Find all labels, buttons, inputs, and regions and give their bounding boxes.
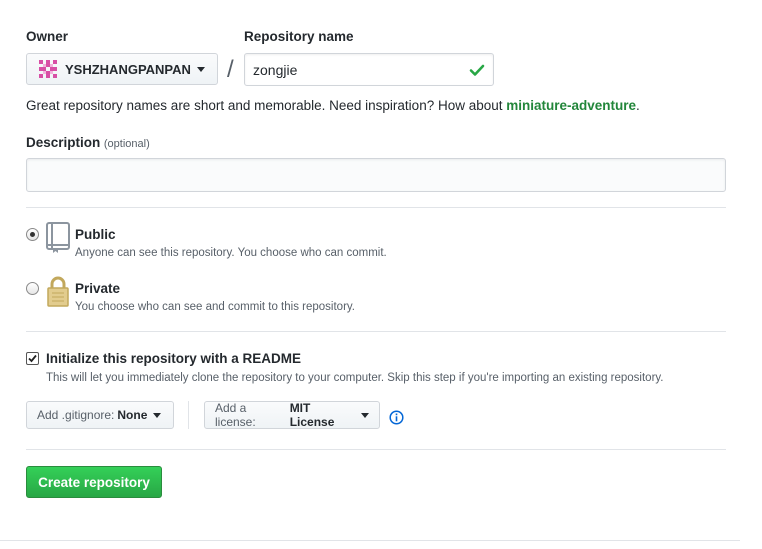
checkmark-icon [28, 354, 37, 363]
chevron-down-icon [361, 412, 369, 418]
public-title: Public [75, 227, 116, 242]
check-icon [469, 64, 485, 76]
gitignore-prefix: Add .gitignore: [37, 408, 115, 422]
gitignore-select[interactable]: Add .gitignore: None [26, 401, 174, 429]
repo-book-icon [46, 222, 70, 253]
hint-text: Great repository names are short and mem… [26, 98, 507, 113]
description-label-row: Description (optional) [26, 135, 150, 150]
owner-label: Owner [26, 29, 69, 44]
hint-suffix: . [636, 98, 640, 113]
private-radio[interactable] [26, 282, 39, 295]
public-radio[interactable] [26, 228, 39, 241]
suggestion-link[interactable]: miniature-adventure [506, 98, 636, 113]
description-label: Description [26, 135, 101, 150]
owner-name: YSHZHANGPANPAN [65, 61, 191, 77]
optional-note: (optional) [103, 138, 150, 150]
private-note: You choose who can see and commit to thi… [75, 301, 355, 313]
divider [26, 207, 726, 208]
readme-label: Initialize this repository with a README [46, 351, 302, 366]
info-icon[interactable] [389, 410, 404, 425]
divider [26, 449, 726, 450]
license-select[interactable]: Add a license: MIT License [204, 401, 380, 429]
private-title: Private [75, 281, 121, 296]
chevron-down-icon [153, 412, 162, 418]
lock-icon [47, 276, 69, 307]
chevron-down-icon [196, 66, 205, 72]
repo-name-input[interactable]: zongjie [244, 53, 494, 86]
repo-name-label: Repository name [244, 29, 354, 44]
owner-repo-separator: / [227, 56, 234, 83]
repo-name-value: zongjie [253, 61, 298, 78]
owner-select-button[interactable]: YSHZHANGPANPAN [26, 53, 218, 85]
description-input[interactable] [26, 158, 726, 192]
divider [26, 331, 726, 332]
create-repository-button[interactable]: Create repository [26, 466, 162, 498]
public-note: Anyone can see this repository. You choo… [75, 247, 387, 259]
repo-name-hint: Great repository names are short and mem… [26, 98, 640, 113]
readme-checkbox[interactable] [26, 352, 39, 365]
avatar [39, 60, 57, 78]
license-prefix: Add a license: [215, 401, 256, 429]
readme-note: This will let you immediately clone the … [46, 372, 664, 384]
divider [0, 540, 740, 541]
gitignore-value: None [117, 408, 148, 422]
license-value: MIT License [289, 401, 335, 429]
select-divider [188, 401, 189, 429]
